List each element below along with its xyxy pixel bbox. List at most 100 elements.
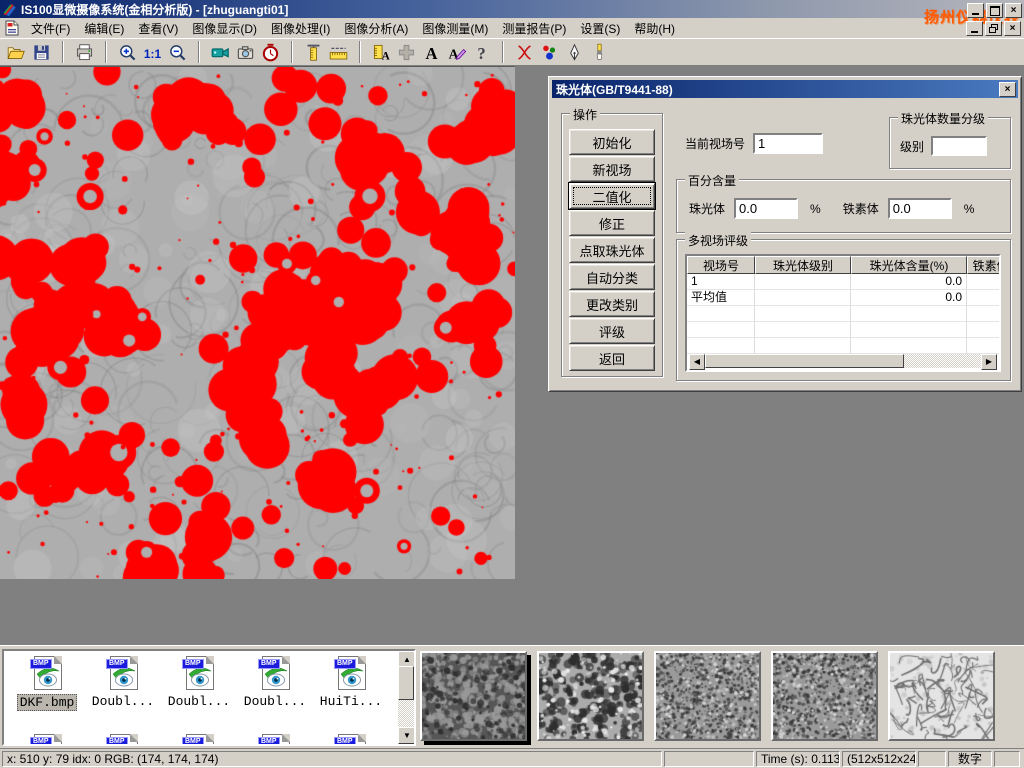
op-button-3[interactable]: 二值化 xyxy=(569,183,655,209)
column-header[interactable]: 视场号 xyxy=(687,256,755,274)
menu-item[interactable]: 测量报告(P) xyxy=(495,20,573,38)
file-name[interactable]: HuiTi... xyxy=(318,694,384,709)
op-button-6[interactable]: 自动分类 xyxy=(569,264,655,290)
op-button-9[interactable]: 返回 xyxy=(569,345,655,371)
file-item[interactable]: BMP Doubl... xyxy=(86,656,160,709)
image-thumbnail[interactable] xyxy=(537,651,644,741)
scroll-left-icon[interactable]: ◀ xyxy=(689,354,705,370)
phase-particles-icon[interactable] xyxy=(537,40,562,64)
status-panel: Time (s): 0.113 xyxy=(756,751,840,767)
menu-item[interactable]: 图像测量(M) xyxy=(415,20,495,38)
brush-icon[interactable] xyxy=(587,40,612,64)
grade-input[interactable] xyxy=(931,136,987,156)
op-button-7[interactable]: 更改类别 xyxy=(569,291,655,317)
menu-item[interactable]: 查看(V) xyxy=(131,20,185,38)
file-item[interactable]: BMPDoubl... xyxy=(238,656,312,709)
help-icon[interactable]: ? xyxy=(469,40,494,64)
table-row[interactable] xyxy=(687,322,999,338)
bmp-file-icon: BMP xyxy=(106,656,140,692)
table-row[interactable]: 10.0 xyxy=(687,274,999,290)
mdi-close-icon[interactable]: × xyxy=(1004,21,1021,36)
op-button-2[interactable]: 新视场 xyxy=(569,156,655,182)
measure-text-icon[interactable]: A xyxy=(369,40,394,64)
print-icon[interactable] xyxy=(72,40,97,64)
scroll-track[interactable] xyxy=(705,354,981,368)
ruler-icon[interactable] xyxy=(326,40,351,64)
file-scroll-thumb[interactable] xyxy=(398,666,414,700)
image-thumbnail[interactable] xyxy=(654,651,761,741)
document-icon[interactable] xyxy=(4,20,20,36)
mdi-minimize-icon[interactable] xyxy=(966,21,983,36)
photo-camera-icon[interactable] xyxy=(233,40,258,64)
bmp-file-icon: BMP xyxy=(334,734,368,746)
table-cell xyxy=(755,338,851,354)
bmp-file-icon: BMP xyxy=(182,734,216,746)
menu-bar: 文件(F)编辑(E)查看(V)图像显示(D)图像处理(I)图像分析(A)图像测量… xyxy=(0,18,1024,39)
scroll-right-icon[interactable]: ▶ xyxy=(981,354,997,370)
file-item[interactable]: BMP xyxy=(314,734,388,746)
pen-icon[interactable] xyxy=(562,40,587,64)
current-field-input[interactable] xyxy=(753,133,823,154)
menu-item[interactable]: 图像分析(A) xyxy=(337,20,415,38)
text-icon[interactable]: A xyxy=(419,40,444,64)
file-item[interactable]: BMP xyxy=(238,734,312,746)
file-name[interactable]: Doubl... xyxy=(166,694,232,709)
table-row[interactable] xyxy=(687,306,999,322)
menu-item[interactable]: 图像处理(I) xyxy=(264,20,337,38)
file-item[interactable]: BMP xyxy=(86,734,160,746)
op-button-1[interactable]: 初始化 xyxy=(569,129,655,155)
file-name[interactable]: DKF.bmp xyxy=(17,694,78,711)
timer-icon[interactable] xyxy=(258,40,283,64)
file-item[interactable]: BMP xyxy=(10,734,84,746)
image-thumbnail[interactable] xyxy=(771,651,878,741)
op-button-8[interactable]: 评级 xyxy=(569,318,655,344)
move-cross-icon[interactable] xyxy=(394,40,419,64)
pearlite-percent-input[interactable] xyxy=(734,198,798,219)
menu-item[interactable]: 编辑(E) xyxy=(77,20,131,38)
file-name[interactable]: Doubl... xyxy=(90,694,156,709)
menu-item[interactable]: 帮助(H) xyxy=(627,20,682,38)
toolbar-separator xyxy=(291,41,293,63)
file-list-scrollbar[interactable]: ▲ ▼ xyxy=(398,651,414,744)
actual-size-icon[interactable]: 1:1 xyxy=(140,40,165,64)
file-item[interactable]: BMPDoubl... xyxy=(162,656,236,709)
metallographic-image[interactable] xyxy=(0,66,515,579)
curve-delete-icon[interactable] xyxy=(512,40,537,64)
op-button-4[interactable]: 修正 xyxy=(569,210,655,236)
ferrite-percent-input[interactable] xyxy=(888,198,952,219)
table-horizontal-scrollbar[interactable]: ◀ ▶ xyxy=(689,354,997,368)
menu-item[interactable]: 图像显示(D) xyxy=(185,20,264,38)
minimize-icon[interactable] xyxy=(967,3,984,18)
menu-item[interactable]: 文件(F) xyxy=(24,20,77,38)
mdi-restore-icon[interactable] xyxy=(985,21,1002,36)
column-header[interactable]: 珠光体含量(%) xyxy=(851,256,967,274)
column-header[interactable]: 铁素体含量(%) xyxy=(967,256,1001,274)
scroll-thumb[interactable] xyxy=(705,354,904,368)
toolbar-separator xyxy=(359,41,361,63)
image-thumbnail[interactable] xyxy=(888,651,995,741)
maximize-icon[interactable] xyxy=(986,3,1003,18)
dialog-close-icon[interactable]: × xyxy=(999,82,1016,97)
table-row[interactable]: 平均值0.0 xyxy=(687,290,999,306)
dialog-title-bar[interactable]: 珠光体(GB/T9441-88) × xyxy=(552,80,1018,98)
table-row[interactable] xyxy=(687,338,999,354)
edit-text-icon[interactable]: A xyxy=(444,40,469,64)
close-icon[interactable]: × xyxy=(1005,3,1022,18)
menu-item[interactable]: 设置(S) xyxy=(573,20,627,38)
file-item[interactable]: BMPDKF.bmp xyxy=(10,656,84,711)
caliper-icon[interactable] xyxy=(301,40,326,64)
workspace: 珠光体(GB/T9441-88) × 操作 初始化新视场二值化修正点取珠光体自动… xyxy=(0,66,1024,645)
file-item[interactable]: BMPHuiTi... xyxy=(314,656,388,709)
image-thumbnail[interactable] xyxy=(420,651,527,741)
open-icon[interactable] xyxy=(4,40,29,64)
save-icon[interactable] xyxy=(29,40,54,64)
op-button-5[interactable]: 点取珠光体 xyxy=(569,237,655,263)
file-item[interactable]: BMP xyxy=(162,734,236,746)
file-name[interactable]: Doubl... xyxy=(242,694,308,709)
zoom-out-icon[interactable] xyxy=(165,40,190,64)
zoom-in-icon[interactable] xyxy=(115,40,140,64)
video-camera-icon[interactable] xyxy=(208,40,233,64)
column-header[interactable]: 珠光体级别 xyxy=(755,256,851,274)
scroll-down-icon[interactable]: ▼ xyxy=(398,727,416,744)
table-cell xyxy=(967,322,1001,338)
